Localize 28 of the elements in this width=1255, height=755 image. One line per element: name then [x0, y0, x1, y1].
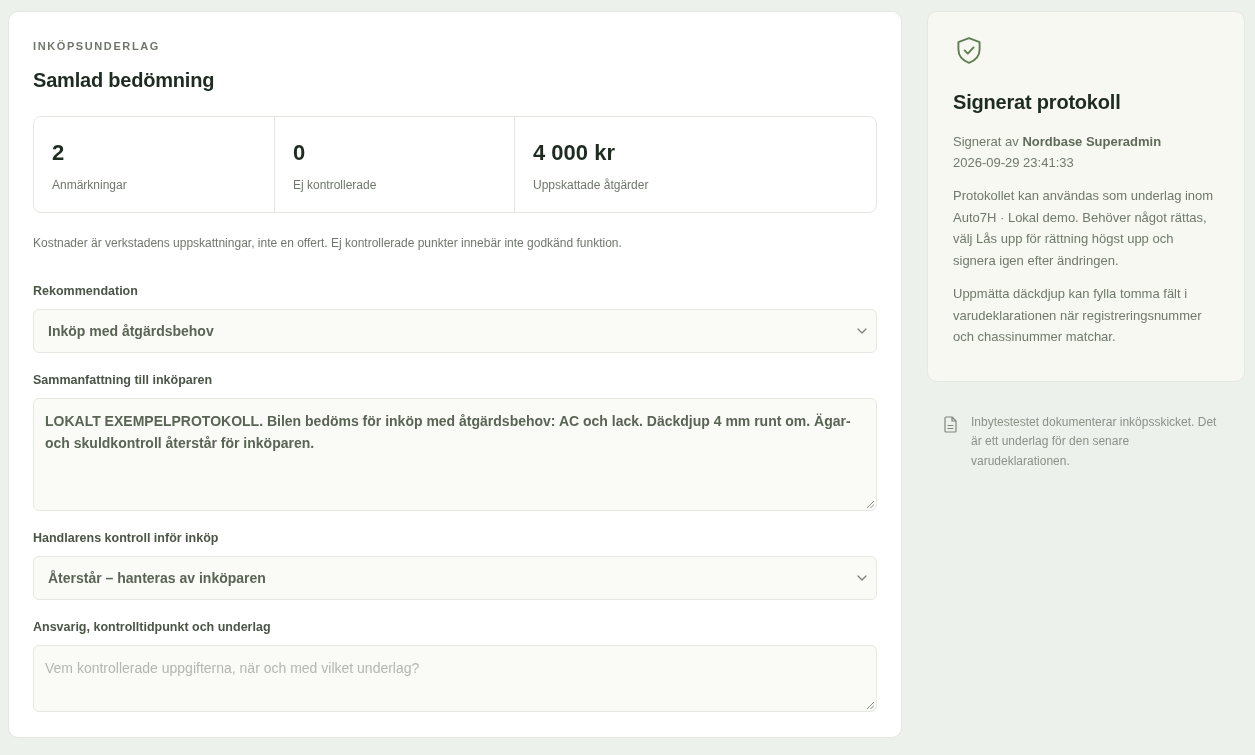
field-label: Rekommendation [33, 283, 138, 299]
field-label: Handlarens kontroll inför inköp [33, 530, 219, 546]
card-title: Signerat protokoll [953, 90, 1122, 115]
stat-label: Uppskattade åtgärder [533, 177, 649, 193]
field-label: Ansvarig, kontrolltidpunkt och underlag [33, 619, 271, 635]
stat-value: 4 000 kr [533, 139, 615, 167]
stat-value: 0 [293, 139, 306, 167]
stat-label: Ej kontrollerade [293, 177, 377, 193]
info-note: Inbytestestet dokumenterar inköpsskicket. Det är ett underlag för den senare varudeklarationen. [971, 413, 1218, 470]
timestamp: 2026-09-29 23:41:33 [953, 154, 1075, 172]
select-field[interactable]: Återstår – hanteras av inköparen [33, 556, 877, 600]
shield-check-icon [957, 37, 981, 64]
stat-label: Anmärkningar [52, 177, 127, 193]
info-paragraph: Uppmätta däckdjup kan fylla tomma fält i varudeklarationen när registreringsnummer och chassinummer matchar. [953, 285, 1203, 346]
text-area-field[interactable]: LOKALT EXEMPELPROTOKOLL. Bilen bedöms för inköp med åtgärdsbehov: AC och lack. Däckdjup 4 mm runt om. Ägar- och skuldkontroll återstår för inköparen. [33, 398, 877, 511]
signed-by-text: Signerat av Nordbase Superadmin [953, 133, 1163, 151]
chevron-down-icon [857, 328, 867, 334]
info-paragraph: Protokollet kan användas som underlag inom Auto7H · Lokal demo. Behöver något rättas, välj Lås upp för rättning högst upp och signera igen efter ändringen. [953, 187, 1215, 270]
document-icon [944, 415, 957, 433]
chevron-down-icon [857, 575, 867, 581]
section-eyebrow: INKÖPSUNDERLAG [33, 39, 161, 53]
field-label: Sammanfattning till inköparen [33, 372, 213, 388]
cost-note: Kostnader är verkstadens uppskattningar, inte en offert. Ej kontrollerade punkter innebär inte godkänd funktion. [33, 235, 623, 251]
section-title: Samlad bedömning [33, 68, 216, 93]
resize-handle-icon[interactable] [866, 500, 874, 508]
stat-value: 2 [52, 139, 65, 167]
select-field[interactable]: Inköp med åtgärdsbehov [33, 309, 877, 353]
resize-handle-icon[interactable] [866, 701, 874, 709]
